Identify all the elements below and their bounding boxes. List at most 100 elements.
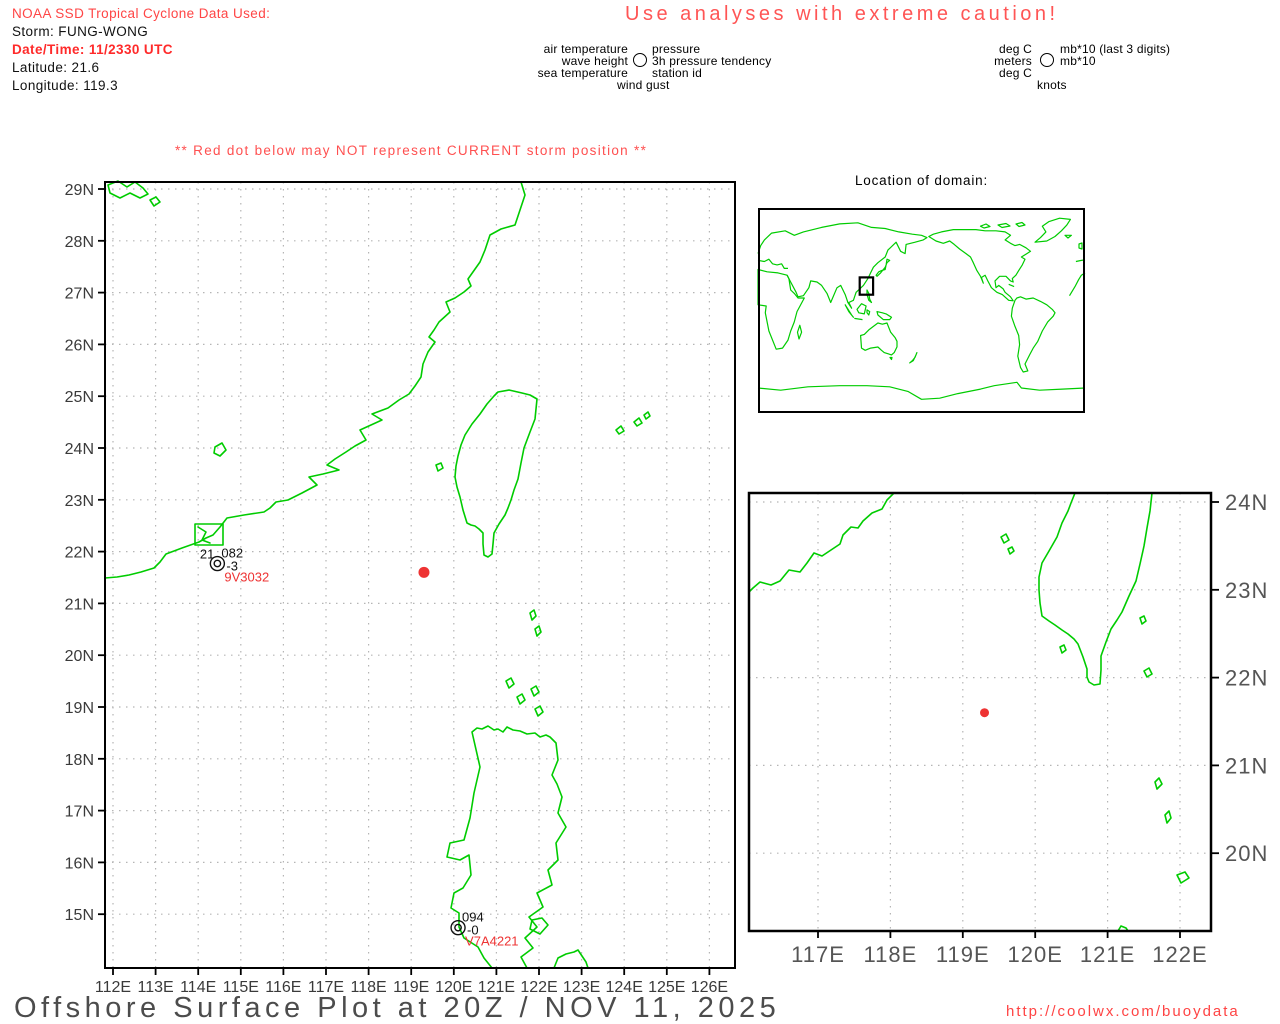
station-air-temp: 21 [200, 547, 214, 562]
coastline [1008, 547, 1014, 554]
station-circle-icon [1040, 53, 1054, 67]
world-coastline [854, 318, 862, 319]
coastline [1177, 872, 1189, 883]
lon-tick-label: 121E [1080, 942, 1135, 967]
world-coastline [910, 353, 917, 363]
world-coastline [877, 312, 892, 320]
coastline [530, 610, 536, 620]
lat-tick-label: 23N [65, 493, 94, 510]
world-coastline [929, 230, 1031, 301]
lon-tick-label: 122E [1152, 942, 1207, 967]
storm-position-dot [418, 567, 429, 578]
lat-tick-label: 20N [65, 648, 94, 665]
lat-tick-label: 16N [65, 855, 94, 872]
lat-tick-label: 26N [65, 337, 94, 354]
coastline [554, 950, 588, 968]
lat-tick-label: 21N [1225, 753, 1268, 778]
header-source-line: NOAA SSD Tropical Cyclone Data Used: [12, 6, 270, 21]
coastline [1165, 811, 1171, 823]
header-storm-line: Storm: FUNG-WONG [12, 24, 148, 39]
plot-title: Offshore Surface Plot at 20Z / NOV 11, 2… [14, 992, 780, 1024]
coastline [531, 686, 539, 696]
lat-tick-label: 29N [65, 182, 94, 199]
station-id: V7A4221 [465, 934, 519, 949]
lat-tick-label: 15N [65, 907, 94, 924]
storm-position-warning: ** Red dot below may NOT represent CURRE… [175, 143, 647, 158]
world-coastline [758, 223, 927, 308]
world-coastline [1065, 235, 1071, 238]
inset-title: Location of domain: [758, 173, 1085, 188]
coastline [198, 527, 210, 543]
coastline [535, 626, 541, 636]
lon-tick-label: 117E [791, 942, 845, 967]
lat-tick-label: 24N [65, 441, 94, 458]
world-coastline [1070, 273, 1086, 296]
coastline [644, 412, 650, 419]
world-coastline [998, 224, 1010, 228]
lat-tick-label: 22N [65, 545, 94, 562]
units-deg-c-2: deg C [950, 67, 1032, 79]
legend-wind-gust: wind gust [617, 79, 670, 91]
lon-tick-label: 118E [864, 942, 918, 967]
main-surface-map: 112E113E114E115E116E117E118E119E120E121E… [30, 172, 750, 1001]
world-coastline [1016, 223, 1025, 227]
storm-position-dot [980, 708, 989, 717]
coastline [447, 726, 566, 968]
lat-tick-label: 17N [65, 804, 94, 821]
units-knots: knots [1037, 79, 1067, 91]
world-coastline [861, 323, 897, 355]
world-coastline [867, 290, 872, 303]
legend-sea-temperature: sea temperature [500, 67, 628, 79]
coastline [214, 443, 226, 456]
world-coastline [867, 310, 870, 315]
offshore-surface-plot-page: NOAA SSD Tropical Cyclone Data Used: Sto… [0, 0, 1280, 1024]
inset-frame [759, 209, 1084, 412]
coastline [1060, 645, 1066, 653]
coastline [634, 418, 642, 426]
world-coastline [758, 270, 804, 350]
station-circle-icon [214, 560, 220, 566]
coastline [1001, 534, 1009, 543]
world-coastline [1011, 297, 1055, 372]
station-plot-V7A4221: 094-0V7A4221 [451, 910, 519, 949]
lat-tick-label: 24N [1225, 490, 1268, 515]
world-coastline [857, 304, 866, 314]
lat-tick-label: 19N [65, 700, 94, 717]
coastline [517, 694, 525, 704]
coastline [455, 390, 537, 557]
coastline [535, 706, 543, 716]
lat-tick-label: 20N [1225, 841, 1268, 866]
header-datetime-line: Date/Time: 11/2330 UTC [12, 42, 173, 57]
station-id: 9V3032 [224, 570, 269, 585]
world-coastline [1009, 284, 1014, 286]
world-coastline [758, 382, 1085, 399]
world-coastline [1079, 243, 1082, 249]
world-coastline [798, 325, 802, 339]
header-latitude-line: Latitude: 21.6 [12, 60, 99, 75]
world-coastline [890, 358, 892, 360]
source-url-link[interactable]: http://coolwx.com/buoydata [1006, 1003, 1240, 1020]
coastline [1155, 778, 1162, 789]
station-plot-9V3032: 21082-39V3032 [200, 546, 269, 585]
lat-tick-label: 27N [65, 286, 94, 303]
world-coastline [845, 305, 853, 318]
coastline [506, 678, 514, 688]
lat-tick-label: 22N [1225, 666, 1268, 691]
lon-tick-label: 120E [1008, 942, 1063, 967]
coastline [1144, 668, 1152, 677]
coastline [150, 197, 160, 206]
units-mb10: mb*10 [1060, 55, 1096, 67]
station-circle-icon [455, 924, 461, 930]
lat-tick-label: 28N [65, 234, 94, 251]
zoomed-domain-map: 117E118E119E120E121E122E24N23N22N21N20N [740, 485, 1280, 980]
coastline [1039, 493, 1152, 685]
world-coastline [758, 259, 788, 268]
coastline [436, 463, 443, 471]
lat-tick-label: 18N [65, 752, 94, 769]
coastline [108, 181, 148, 198]
lat-tick-label: 21N [65, 596, 94, 613]
caution-banner: Use analyses with extreme caution! [625, 3, 1059, 26]
header-longitude-line: Longitude: 119.3 [12, 78, 118, 93]
coastline [616, 426, 624, 434]
lat-tick-label: 23N [1225, 578, 1268, 603]
